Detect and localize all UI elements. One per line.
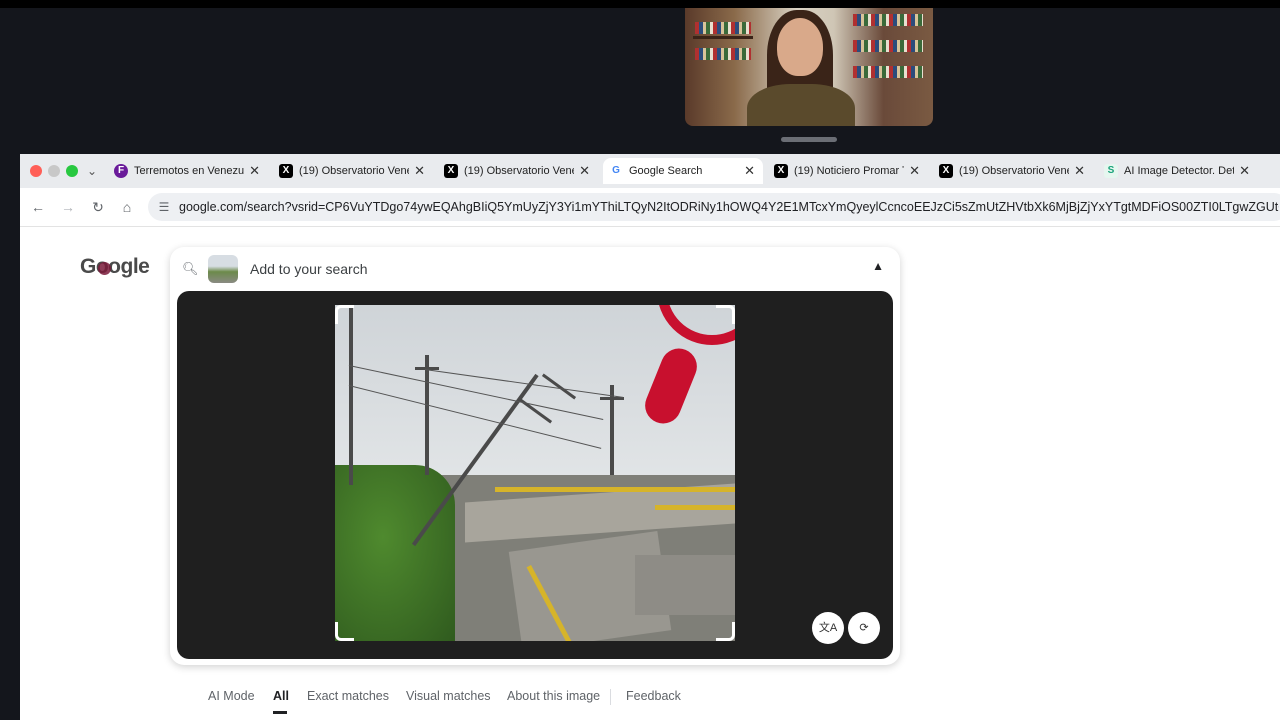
utility-pole: [425, 355, 429, 475]
address-bar[interactable]: ☰ google.com/search?vsrid=CP6VuYTDgo74yw…: [148, 193, 1280, 221]
home-icon[interactable]: ⌂: [117, 197, 137, 217]
crop-handle-bottom-right[interactable]: [716, 622, 735, 641]
utility-pole: [349, 305, 353, 485]
books: [853, 40, 923, 52]
divider: [610, 689, 611, 705]
search-input[interactable]: Add to your search: [250, 261, 368, 277]
tab-visual-matches[interactable]: Visual matches: [406, 689, 491, 703]
forward-arrow-icon[interactable]: →: [58, 197, 78, 217]
google-logo[interactable]: Google: [80, 255, 150, 279]
tab-strip: ⌄ F Terremotos en Venezuela ✕ X (19) Obs…: [20, 154, 1280, 188]
tab-exact-matches[interactable]: Exact matches: [307, 689, 389, 703]
close-tab-icon[interactable]: ✕: [249, 163, 260, 179]
maximize-window-button[interactable]: [66, 165, 78, 177]
close-tab-icon[interactable]: ✕: [414, 163, 425, 179]
drag-handle[interactable]: [781, 137, 837, 142]
tab-observatorio-2[interactable]: X (19) Observatorio Venezolano ✕: [438, 158, 598, 184]
chevron-up-icon[interactable]: ▲: [872, 259, 884, 273]
feedback-link[interactable]: Feedback: [626, 689, 681, 703]
books: [853, 14, 923, 26]
crop-region[interactable]: [335, 305, 735, 641]
tab-title: Terremotos en Venezuela: [134, 165, 244, 177]
google-favicon-icon: G: [612, 165, 620, 176]
lens-search-icon[interactable]: ⟳: [848, 612, 880, 644]
query-image-thumbnail[interactable]: [208, 255, 238, 283]
tab-search-chevron-icon[interactable]: ⌄: [84, 162, 100, 180]
webcam-preview[interactable]: [685, 8, 933, 126]
broken-slab: [635, 555, 735, 615]
favicon-icon: F: [114, 164, 128, 178]
search-card: 🔍︎ Add to your search ▲ 文A ⟳: [170, 247, 900, 665]
tab-title: Google Search: [629, 165, 703, 177]
crop-handle-top-right[interactable]: [716, 305, 735, 324]
person-face: [777, 18, 823, 76]
yellow-railing: [495, 487, 735, 492]
translate-icon[interactable]: 文A: [812, 612, 844, 644]
google-lens-page: Google 🔍︎ Add to your search ▲ 文A ⟳ AI M…: [20, 227, 1280, 720]
active-tab-indicator: [273, 711, 287, 714]
books: [695, 48, 751, 60]
vegetation: [335, 465, 455, 641]
url-text: google.com/search?vsrid=CP6VuYTDgo74ywEQ…: [179, 200, 1279, 214]
bookshelf: [693, 36, 753, 39]
close-tab-icon[interactable]: ✕: [1239, 163, 1250, 179]
tab-about-this-image[interactable]: About this image: [507, 689, 600, 703]
close-tab-icon[interactable]: ✕: [1074, 163, 1085, 179]
tab-title: (19) Observatorio Venezolano: [299, 165, 409, 177]
close-tab-icon[interactable]: ✕: [744, 163, 755, 179]
books: [853, 66, 923, 78]
site-settings-icon[interactable]: ☰: [156, 199, 172, 215]
minimize-window-button[interactable]: [48, 165, 60, 177]
browser-window: ⌄ F Terremotos en Venezuela ✕ X (19) Obs…: [20, 154, 1280, 720]
close-tab-icon[interactable]: ✕: [909, 163, 920, 179]
s-favicon-icon: S: [1104, 164, 1118, 178]
tab-title: (19) Noticiero Promar TV: [794, 165, 904, 177]
tab-title: AI Image Detector. Detect: [1124, 165, 1234, 177]
close-window-button[interactable]: [30, 165, 42, 177]
tab-all[interactable]: All: [273, 689, 289, 703]
crop-handle-bottom-left[interactable]: [335, 622, 354, 641]
tab-ai-image-detector[interactable]: S AI Image Detector. Detect ✕: [1098, 158, 1258, 184]
tab-title: (19) Observatorio Venezolano: [464, 165, 574, 177]
person-body: [747, 84, 855, 126]
tab-observatorio-3[interactable]: X (19) Observatorio Venezolano ✕: [933, 158, 1093, 184]
x-logo-icon: X: [279, 164, 293, 178]
tab-noticiero[interactable]: X (19) Noticiero Promar TV ✕: [768, 158, 928, 184]
cursor-highlight: [98, 262, 111, 275]
yellow-railing: [655, 505, 735, 510]
search-icon: 🔍︎: [182, 261, 199, 276]
back-arrow-icon[interactable]: ←: [28, 197, 48, 217]
tab-terremotos[interactable]: F Terremotos en Venezuela ✕: [108, 158, 268, 184]
tab-ai-mode[interactable]: AI Mode: [208, 689, 255, 703]
tab-title: (19) Observatorio Venezolano: [959, 165, 1069, 177]
result-filter-tabs: AI Mode All Exact matches Visual matches…: [20, 689, 1280, 719]
tab-google-search[interactable]: G Google Search ✕: [603, 158, 763, 184]
crop-handle-top-left[interactable]: [335, 305, 354, 324]
lens-image-panel: 文A ⟳: [177, 291, 893, 659]
x-logo-icon: X: [774, 164, 788, 178]
books: [695, 22, 751, 34]
x-logo-icon: X: [939, 164, 953, 178]
tab-observatorio-1[interactable]: X (19) Observatorio Venezolano ✕: [273, 158, 433, 184]
reload-icon[interactable]: ↻: [88, 197, 108, 217]
x-logo-icon: X: [444, 164, 458, 178]
browser-toolbar: ← → ↻ ⌂ ☰ google.com/search?vsrid=CP6VuY…: [20, 188, 1280, 227]
close-tab-icon[interactable]: ✕: [579, 163, 590, 179]
